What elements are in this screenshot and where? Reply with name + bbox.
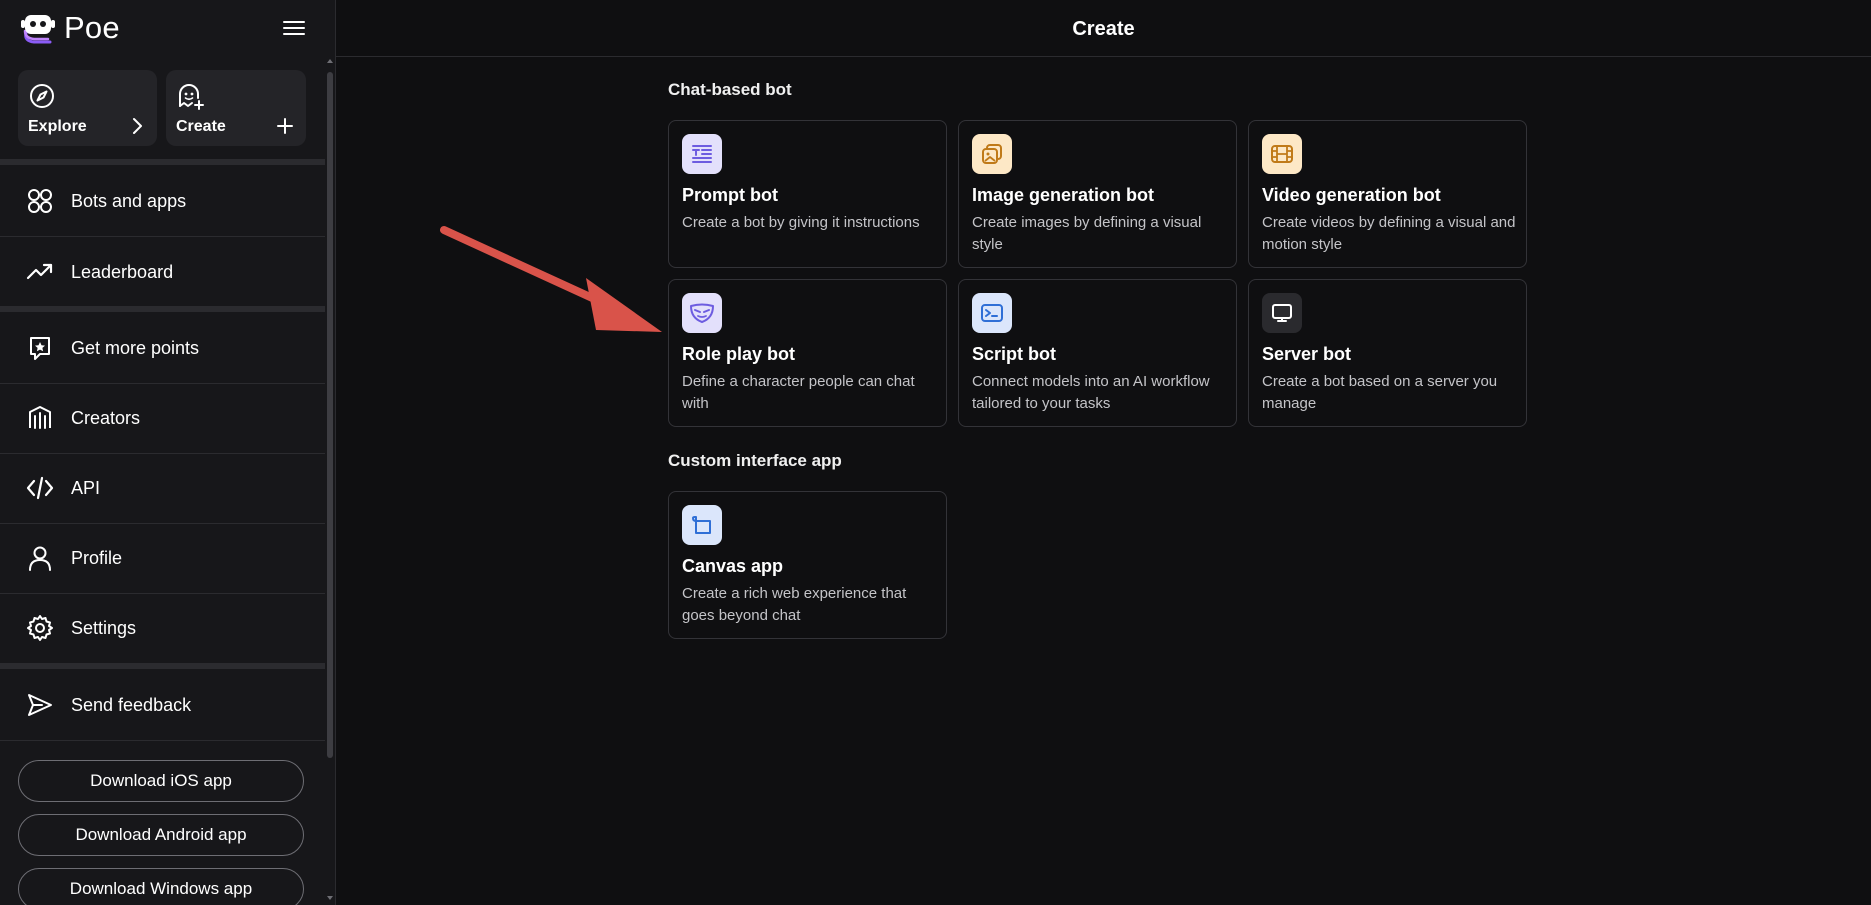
- card-title: Canvas app: [682, 556, 784, 576]
- sidebar-item-label: Leaderboard: [71, 261, 174, 282]
- card-video-generation-bot[interactable]: Video generation bot Create videos by de…: [1248, 120, 1527, 268]
- monitor-icon: [1262, 293, 1302, 333]
- download-ios-button[interactable]: Download iOS app: [18, 760, 304, 802]
- sidebar-item-label: Creators: [71, 407, 141, 428]
- code-icon: [26, 474, 54, 502]
- trending-up-icon: [26, 258, 54, 286]
- card-description: Create a bot by giving it instructions: [682, 214, 920, 231]
- sidebar-divider: [0, 306, 325, 312]
- card-title: Prompt bot: [682, 185, 778, 205]
- chevron-right-icon: [133, 118, 142, 134]
- creators-icon: [26, 404, 54, 432]
- sidebar-item-send-feedback[interactable]: Send feedback: [0, 670, 325, 741]
- create-label: Create: [176, 118, 226, 135]
- sidebar-divider: [0, 663, 325, 669]
- create-button[interactable]: Create: [166, 70, 306, 146]
- bot-add-icon: [179, 84, 204, 110]
- sidebar-item-label: Send feedback: [71, 694, 192, 715]
- brand-name: Poe: [64, 10, 120, 45]
- brand-logo[interactable]: Poe: [20, 10, 120, 46]
- card-description: Create images by defining a visual style: [972, 214, 1202, 253]
- compass-icon: [30, 84, 54, 108]
- card-role-play-bot[interactable]: Role play bot Define a character people …: [668, 279, 947, 427]
- explore-label: Explore: [28, 118, 87, 135]
- explore-button[interactable]: Explore: [18, 70, 157, 146]
- card-description: Create videos by defining a visual and m…: [1262, 214, 1516, 253]
- mask-icon: [682, 293, 722, 333]
- scroll-up-arrow-icon[interactable]: [325, 56, 335, 66]
- card-image-generation-bot[interactable]: Image generation bot Create images by de…: [958, 120, 1237, 268]
- sidebar-item-settings[interactable]: Settings: [0, 593, 325, 664]
- film-icon: [1262, 134, 1302, 174]
- card-title: Script bot: [972, 344, 1056, 364]
- card-script-bot[interactable]: Script bot Connect models into an AI wor…: [958, 279, 1237, 427]
- section-title-custom-interface-app: Custom interface app: [668, 451, 842, 470]
- sidebar-item-bots-and-apps[interactable]: Bots and apps: [0, 166, 325, 237]
- sidebar-item-api[interactable]: API: [0, 453, 325, 524]
- sidebar-item-get-more-points[interactable]: Get more points: [0, 313, 325, 384]
- top-bar: Create: [336, 0, 1871, 57]
- card-canvas-app[interactable]: Canvas app Create a rich web experience …: [668, 491, 947, 639]
- download-android-button[interactable]: Download Android app: [18, 814, 304, 856]
- sidebar-divider: [0, 159, 325, 165]
- sidebar-item-label: Get more points: [71, 337, 200, 358]
- canvas-icon: [682, 505, 722, 545]
- sidebar-item-profile[interactable]: Profile: [0, 523, 325, 594]
- page-title: Create: [1072, 18, 1135, 40]
- card-description: Define a character people can chat with: [682, 373, 915, 412]
- gear-icon: [26, 614, 54, 642]
- section-title-chat-based-bot: Chat-based bot: [668, 80, 792, 99]
- star-badge-icon: [26, 334, 54, 362]
- user-icon: [26, 544, 54, 572]
- card-description: Create a rich web experience that goes b…: [682, 585, 907, 624]
- card-prompt-bot[interactable]: Prompt bot Create a bot by giving it ins…: [668, 120, 947, 268]
- download-windows-button[interactable]: Download Windows app: [18, 868, 304, 905]
- card-server-bot[interactable]: Server bot Create a bot based on a serve…: [1248, 279, 1527, 427]
- scroll-down-arrow-icon[interactable]: [325, 893, 335, 903]
- sidebar: Poe Explore Create Bots and apps Leaderb…: [0, 0, 336, 905]
- card-title: Role play bot: [682, 344, 796, 364]
- sidebar-item-label: API: [71, 477, 101, 498]
- sidebar-scrollbar-thumb[interactable]: [327, 72, 333, 758]
- sidebar-item-label: Settings: [71, 617, 137, 638]
- card-title: Image generation bot: [972, 185, 1155, 205]
- plus-icon: [277, 118, 293, 134]
- poe-logo-icon: [21, 15, 55, 44]
- hamburger-menu-button[interactable]: [280, 14, 308, 42]
- annotation-arrow-icon: [440, 226, 662, 332]
- sidebar-item-label: Profile: [71, 547, 123, 568]
- send-icon: [26, 691, 54, 719]
- hamburger-icon: [283, 21, 305, 35]
- card-description: Create a bot based on a server you manag…: [1262, 373, 1498, 412]
- image-icon: [972, 134, 1012, 174]
- card-description: Connect models into an AI workflow tailo…: [972, 373, 1210, 412]
- card-title: Video generation bot: [1262, 185, 1441, 205]
- text-lines-icon: [682, 134, 722, 174]
- card-title: Server bot: [1262, 344, 1352, 364]
- sidebar-item-label: Bots and apps: [71, 190, 187, 211]
- terminal-icon: [972, 293, 1012, 333]
- sidebar-item-leaderboard[interactable]: Leaderboard: [0, 237, 325, 308]
- bots-grid-icon: [26, 187, 54, 215]
- sidebar-item-creators[interactable]: Creators: [0, 383, 325, 454]
